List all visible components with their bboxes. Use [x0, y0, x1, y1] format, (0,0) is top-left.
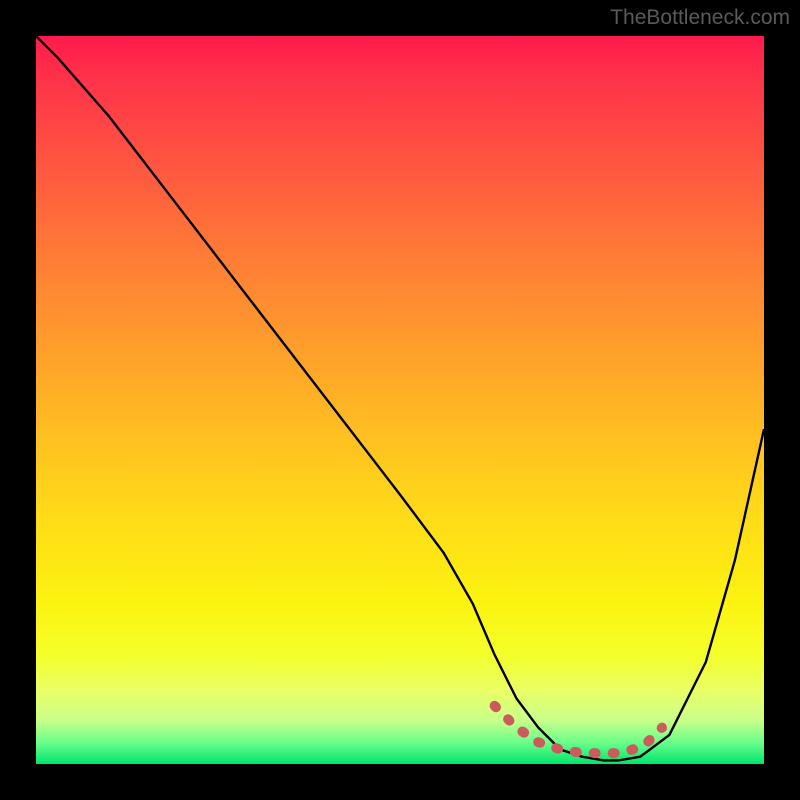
plot-area: [36, 36, 764, 764]
chart-svg: [36, 36, 764, 764]
highlight-band: [495, 706, 662, 753]
watermark-text: TheBottleneck.com: [610, 6, 790, 30]
bottleneck-curve: [36, 36, 764, 760]
